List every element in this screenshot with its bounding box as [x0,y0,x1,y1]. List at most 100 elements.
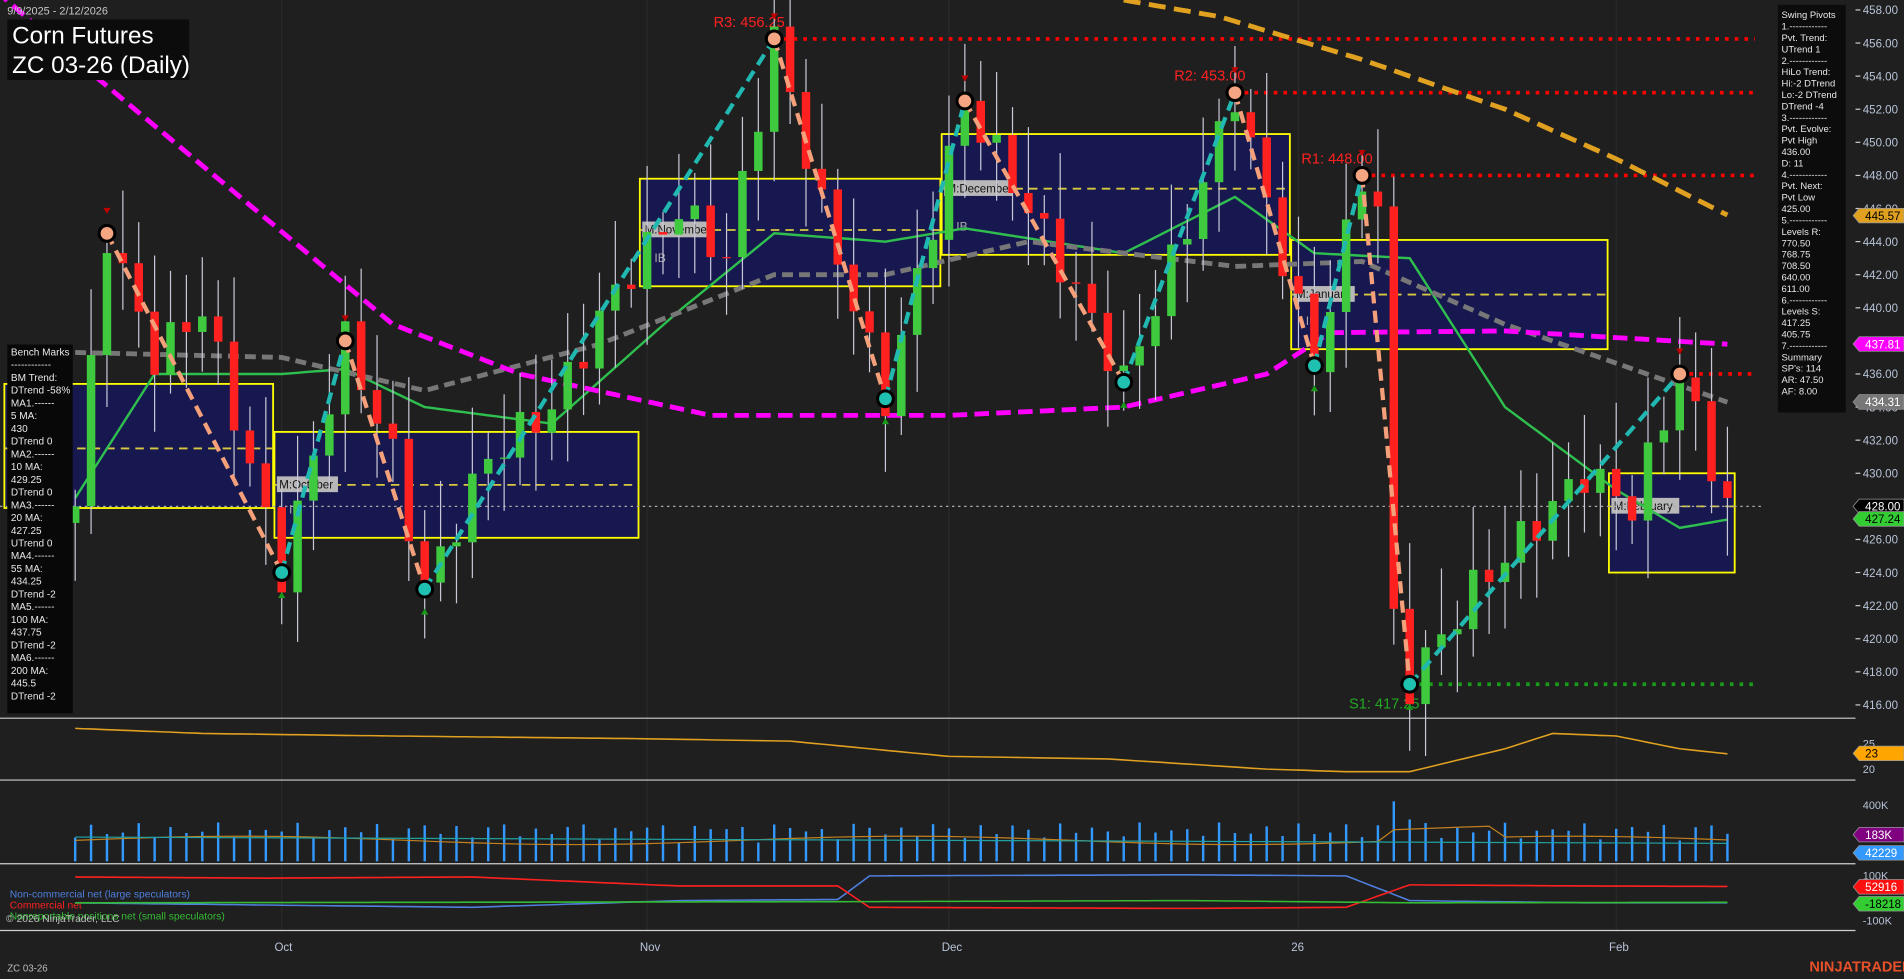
candle-body [309,455,318,501]
swing-pivots-line: 2.------------ [1782,56,1828,67]
pivot-high-marker [764,29,784,49]
benchmark-line: DTrend -2 [11,640,56,651]
pivot-low-marker [1114,372,1134,392]
candle-body [1421,647,1430,705]
benchmark-line: ------------ [11,360,51,371]
swing-pivots-line: Levels S: [1782,307,1821,318]
candle-body [706,205,715,258]
benchmark-line: 427.25 [11,526,42,537]
benchmark-line: UTrend 0 [11,539,53,550]
candle-body [1294,276,1303,294]
candle-body [928,239,938,269]
candle-body [1596,468,1605,493]
candle-body [182,322,191,332]
swing-pivots-line: SP's: 114 [1782,364,1821,375]
price-tick-label: 456.00 [1863,38,1898,50]
pivot-high-marker [97,223,117,243]
ninjatrader-logo: NINJATRADER [1809,960,1904,976]
oscillator-tick: 20 [1863,764,1875,776]
candle-body [1484,569,1494,583]
month-label: M:December [947,183,1013,195]
candle-body [1183,239,1192,245]
benchmark-line: 434.25 [11,577,42,588]
swing-pivots-line: HiLo Trend: [1782,67,1831,78]
swing-pivots-line: 708.50 [1782,261,1811,272]
swing-pivots-line: Pvt Low [1782,193,1816,204]
candle-body [420,541,429,583]
swing-pivots-line: 3.------------ [1782,113,1828,124]
benchmark-line: MA1.------ [11,398,55,409]
benchmark-line: 437.75 [11,628,42,639]
swing-pivots-line: 611.00 [1782,284,1810,295]
benchmark-line: 10 MA: [11,462,43,473]
swing-pivots-line: 1.------------ [1782,22,1828,33]
candle-body [626,284,636,289]
candle-body [1675,377,1685,431]
candle-body [1659,430,1669,443]
swing-pivots-line: 7.------------ [1782,341,1828,352]
candle-body [944,145,954,240]
price-tick-label: 422.00 [1863,601,1898,613]
candle-body [213,316,223,342]
candle-body [1198,182,1208,240]
price-tick-label: 444.00 [1863,237,1898,249]
candle-body [229,341,239,431]
price-tick-label: 440.00 [1863,303,1898,315]
oscillator-tag: 23 [1865,749,1878,761]
candle-body [1151,316,1160,347]
pivot-low-marker [1400,674,1420,694]
swing-pivots-line: Pvt. Evolve: [1782,124,1832,135]
price-tag: 445.57 [1865,211,1900,223]
time-tick-label: 26 [1291,942,1304,954]
swing-pivots-line: DTrend -4 [1782,101,1824,112]
candle-body [1071,282,1081,284]
candle-body [1627,496,1637,521]
benchmark-line: 100 MA: [11,615,48,626]
benchmark-line: DTrend -58% [11,386,70,397]
candle-body [261,463,271,508]
candle-body [166,322,175,375]
price-chart[interactable]: OctNovDec26FebIBM:OctoberIBM:NovemberIBM… [0,0,1904,979]
time-tick-label: Oct [274,942,293,954]
cot-legend-item: Commercial net [10,901,82,912]
candle-body [579,361,588,369]
swing-pivots-line: Swing Pivots [1782,10,1836,21]
swing-pivots-line: Pvt. Trend: [1782,33,1828,44]
candle-body [1214,121,1224,183]
swing-pivots-line: 405.75 [1782,329,1811,340]
chart-subtitle: ZC 03-26 (Daily) [12,52,190,79]
candle-body [1119,365,1128,372]
instrument-label: ZC 03-26 [7,964,47,975]
time-tick-label: Nov [640,942,661,954]
candle-body [1691,377,1700,402]
benchmark-line: MA2.------ [11,449,55,460]
price-tick-label: 420.00 [1863,634,1898,646]
price-tick-label: 452.00 [1863,104,1898,116]
swing-pivots-line: 417.25 [1782,318,1811,329]
benchmark-line: 55 MA: [11,564,43,575]
pivot-low-marker [415,579,435,599]
pivot-high-marker [1352,166,1372,185]
candle-body [1373,191,1383,207]
swing-pivots-line: 5.------------ [1782,215,1828,226]
candle-body [499,457,509,459]
price-tick-label: 450.00 [1863,138,1898,150]
benchmark-line: 200 MA: [11,666,48,677]
price-tick-label: 442.00 [1863,270,1898,282]
chart-title: Corn Futures [12,23,153,50]
benchmark-line: MA6.------ [11,653,55,664]
ib-label: IB [956,220,967,234]
time-tick-label: Feb [1609,942,1629,954]
candle [1389,176,1399,645]
price-tick-label: 430.00 [1863,469,1898,481]
swing-pivots-line: 768.75 [1782,250,1811,261]
benchmark-line: DTrend 0 [11,488,53,499]
swing-pivots-line: D: 11 [1782,158,1804,169]
candle-body [1611,468,1621,497]
pivot-high-marker [1225,83,1245,103]
price-tag: 434.31 [1865,397,1900,409]
swing-pivots-line: Summary [1782,352,1823,363]
swing-pivots-line: 640.00 [1782,272,1811,283]
price-tick-label: 458.00 [1863,5,1898,17]
candle-body [1008,135,1017,194]
